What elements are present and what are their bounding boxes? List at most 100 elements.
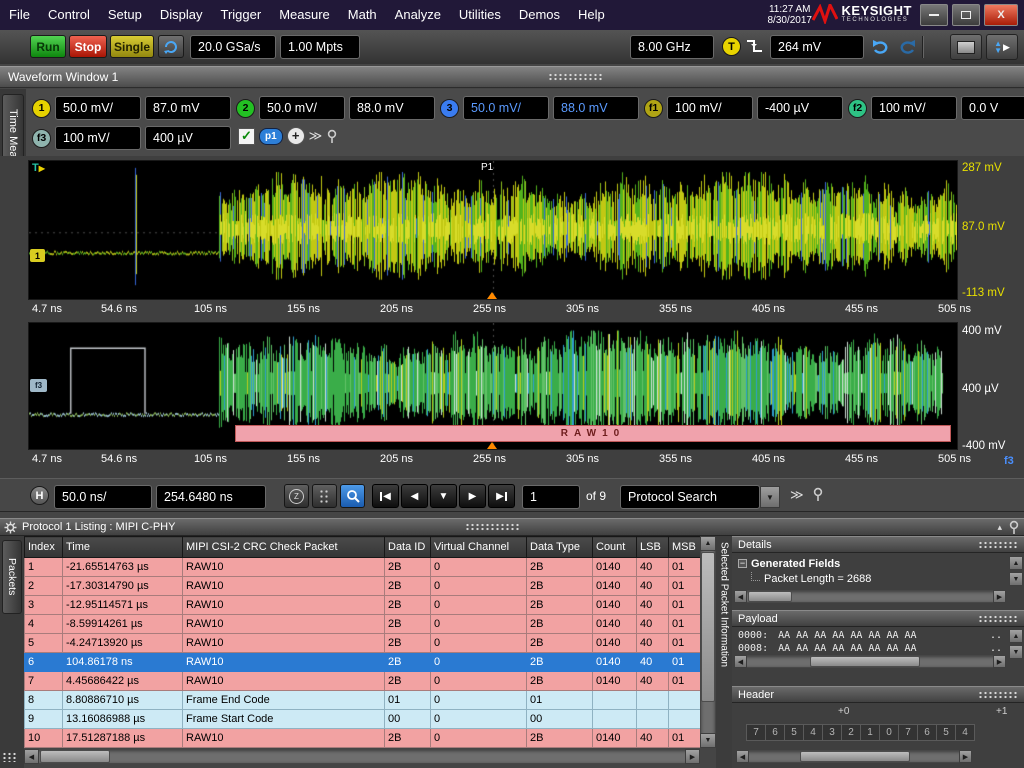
drag-grip[interactable] [465,523,521,531]
function-2-offset[interactable]: 0.0 V [961,96,1024,120]
horizontal-position-display[interactable]: 254.6480 ns [156,485,266,509]
zoom-reset-icon[interactable]: Z [284,484,309,508]
tree-expander[interactable]: − [738,559,747,568]
horizontal-badge[interactable]: H [30,486,49,505]
packet-row-8[interactable]: 88.80886710 µsFrame End Code01001 [25,691,701,710]
protocol-decode-band[interactable]: RAW10 [235,425,951,442]
function-2-badge[interactable]: f2 [848,99,867,118]
channel-3-scale[interactable]: 50.0 mV/ [463,96,549,120]
p1-measurement-badge[interactable]: p1 [259,128,283,145]
gear-icon[interactable] [4,521,17,534]
run-button[interactable]: Run [30,35,66,58]
function-3-scale[interactable]: 100 mV/ [55,126,141,150]
function-1-scale[interactable]: 100 mV/ [667,96,753,120]
function-3-offset[interactable]: 400 µV [145,126,231,150]
channel-2-offset[interactable]: 88.0 mV [349,96,435,120]
search-type-dropdown[interactable]: Protocol Search [620,485,760,509]
menu-item-measure[interactable]: Measure [270,7,339,22]
menu-item-control[interactable]: Control [39,7,99,22]
minimize-button[interactable] [920,4,948,26]
channel-3-offset[interactable]: 88.0 mV [553,96,639,120]
menu-item-trigger[interactable]: Trigger [211,7,270,22]
scroll-up-icon[interactable]: ▲ [1009,629,1023,643]
trigger-edge-icon[interactable] [745,38,765,59]
function-3-ground-marker[interactable]: f3 [30,379,47,392]
scroll-up-icon[interactable]: ▲ [1009,556,1023,570]
trigger-level-display[interactable]: 264 mV [770,35,864,59]
header-hscrollbar-thumb[interactable] [800,751,910,762]
more-chevron-icon[interactable]: ≫ [790,487,804,503]
repeat-acquire-icon[interactable] [158,35,184,58]
scroll-right-icon[interactable]: ▶ [993,655,1006,668]
undo-icon[interactable] [872,38,892,59]
channel-2-scale[interactable]: 50.0 mV/ [259,96,345,120]
menu-item-analyze[interactable]: Analyze [386,7,450,22]
previous-event-button[interactable]: ◀ [401,484,428,508]
details-hscrollbar-thumb[interactable] [748,591,792,602]
table-hscrollbar[interactable] [24,749,700,764]
payload-hscrollbar-thumb[interactable] [810,656,920,667]
next-event-button[interactable]: ▶ [459,484,486,508]
menu-item-file[interactable]: File [0,7,39,22]
first-event-button[interactable]: ◀ [372,484,399,508]
measurement-checkbox[interactable]: ✓ [238,128,255,145]
restore-button[interactable] [952,4,980,26]
stop-button[interactable]: Stop [69,35,107,58]
scroll-up-icon[interactable]: ▲ [700,536,716,551]
column-header-data-id[interactable]: Data ID [385,537,431,558]
column-header-msb[interactable]: MSB [669,537,701,558]
add-measurement-button[interactable]: + [287,127,305,145]
scroll-down-icon[interactable]: ▼ [1009,572,1023,586]
details-tree[interactable]: −Generated Fields Packet Length = 2688 [738,556,871,586]
pan-handle-icon[interactable] [312,484,337,508]
sample-rate-display[interactable]: 20.0 GSa/s [190,35,276,59]
menu-item-utilities[interactable]: Utilities [450,7,510,22]
scroll-down-icon[interactable]: ▼ [700,733,716,748]
pin-icon[interactable] [1008,520,1020,535]
event-index-input[interactable]: 1 [522,485,580,509]
column-header-lsb[interactable]: LSB [637,537,669,558]
timebase-display[interactable]: 50.0 ns/ [54,485,152,509]
menu-item-demos[interactable]: Demos [510,7,569,22]
channel-3-badge[interactable]: 3 [440,99,459,118]
display-mode-icon[interactable] [950,34,982,60]
collapse-chevron-icon[interactable]: ▴ [997,522,1002,533]
autoprobe-icon[interactable]: ▲▼▶ [986,34,1018,60]
more-chevron-icon[interactable]: ≫ [309,128,323,144]
pin-icon[interactable] [326,129,338,144]
waveform-plot-1[interactable]: T▶ P1 1 [28,160,958,300]
resize-grip[interactable] [2,752,16,762]
table-vscrollbar-thumb[interactable] [701,552,715,702]
menu-item-math[interactable]: Math [339,7,386,22]
scroll-down-icon[interactable]: ▼ [1009,645,1023,659]
trigger-badge[interactable]: T [722,37,741,56]
waveform-window-titlebar[interactable]: Waveform Window 1 [0,66,1024,88]
scroll-right-icon[interactable]: ▶ [685,749,700,764]
bandwidth-display[interactable]: 8.00 GHz [630,35,714,59]
packet-row-2[interactable]: 2-17.30314790 µsRAW102B02B01404001 [25,577,701,596]
tab-packets[interactable]: Packets [2,540,22,614]
last-event-button[interactable]: ▶ [488,484,515,508]
header-section-header[interactable]: Header [732,686,1024,703]
drag-grip[interactable] [978,615,1018,623]
column-header-index[interactable]: Index [25,537,63,558]
channel-1-badge[interactable]: 1 [32,99,51,118]
protocol-listing-titlebar[interactable]: Protocol 1 Listing : MIPI C-PHY ▴ [0,518,1024,536]
dropdown-arrow-icon[interactable]: ▼ [760,486,780,508]
search-zoom-icon[interactable] [340,484,365,508]
scroll-left-icon[interactable]: ◀ [734,590,747,603]
menu-item-setup[interactable]: Setup [99,7,151,22]
scroll-right-icon[interactable]: ▶ [993,590,1006,603]
redo-icon[interactable] [896,38,916,59]
function-2-scale[interactable]: 100 mV/ [871,96,957,120]
single-button[interactable]: Single [110,35,154,58]
menu-item-help[interactable]: Help [569,7,614,22]
packet-row-4[interactable]: 4-8.59914261 µsRAW102B02B01404001 [25,615,701,634]
menu-item-display[interactable]: Display [151,7,212,22]
table-hscrollbar-thumb[interactable] [40,750,110,763]
waveform-canvas-1[interactable] [29,161,957,299]
function-3-badge[interactable]: f3 [32,129,51,148]
column-header-time[interactable]: Time [63,537,183,558]
drag-grip[interactable] [978,691,1018,699]
column-header-data-type[interactable]: Data Type [527,537,593,558]
